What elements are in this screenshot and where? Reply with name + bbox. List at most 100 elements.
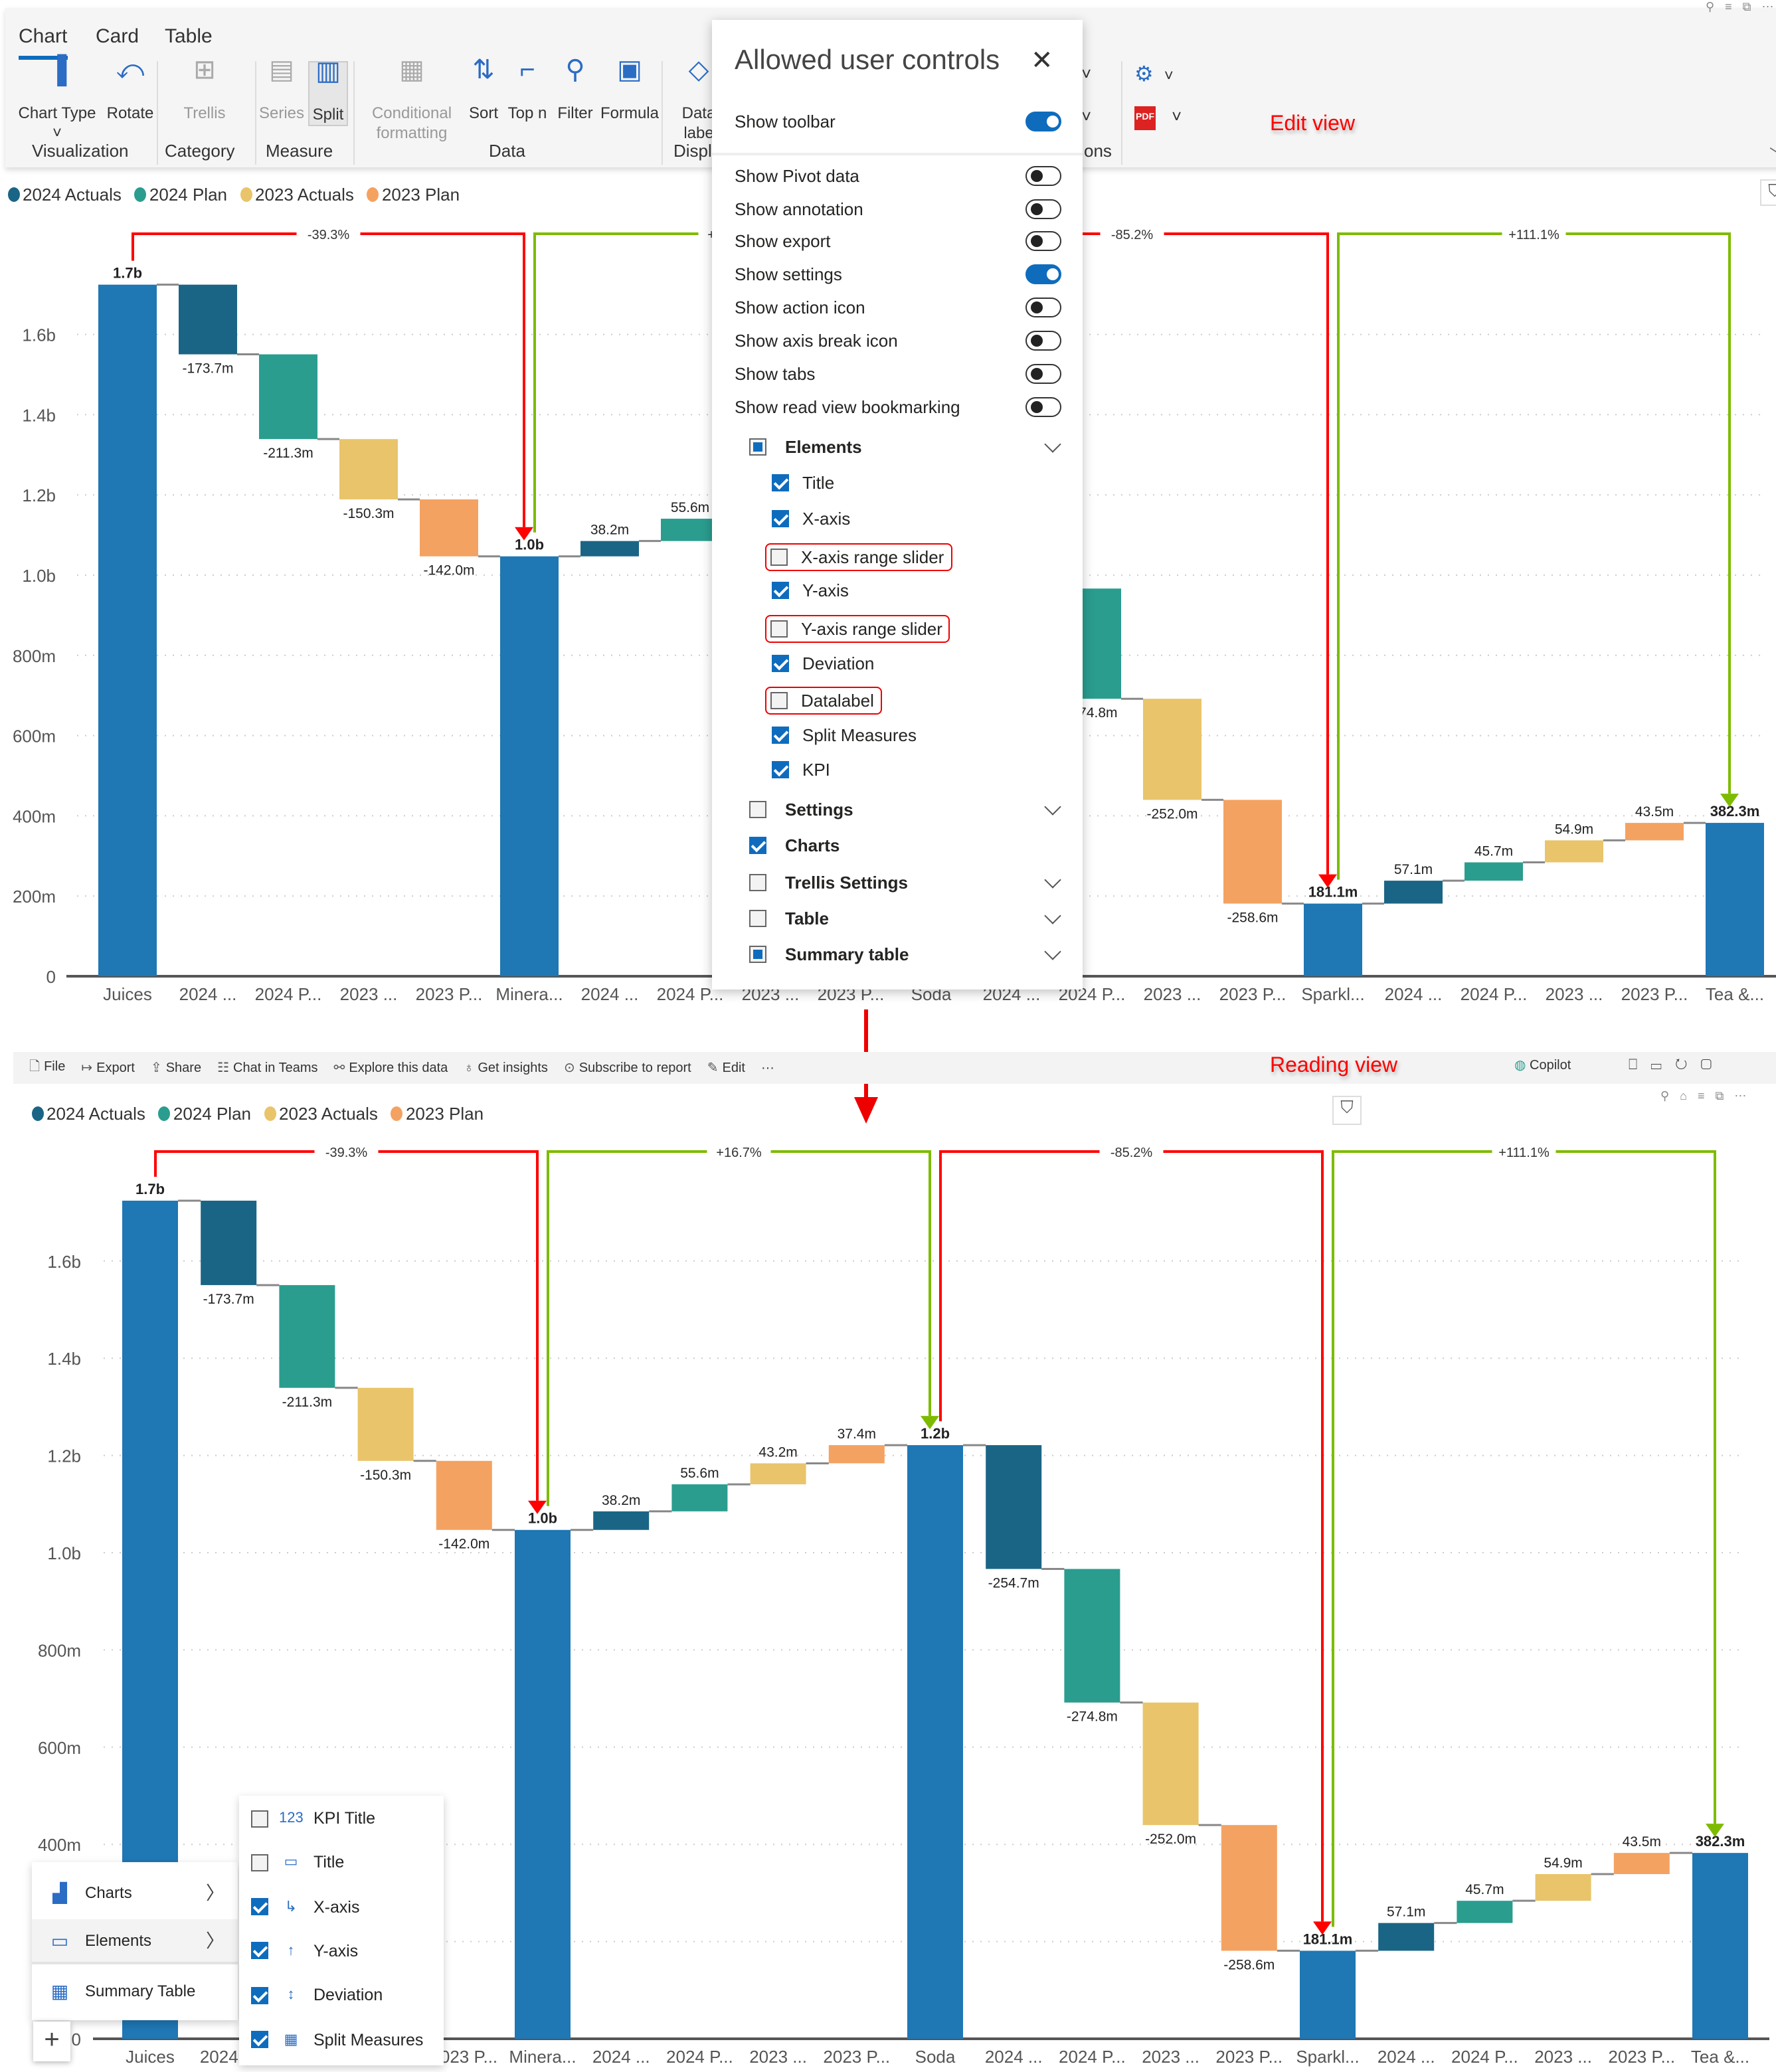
waterfall-bar[interactable] bbox=[1692, 1853, 1748, 2039]
ribbon-button-sort[interactable]: ⇅ Sort bbox=[465, 57, 502, 124]
waterfall-bar[interactable] bbox=[201, 1200, 257, 1286]
pdf-export-icon[interactable]: PDF bbox=[1134, 106, 1156, 130]
legend-item[interactable]: 2024 Plan bbox=[158, 1104, 251, 1124]
waterfall-bar[interactable] bbox=[1384, 881, 1443, 904]
menu-item-charts[interactable]: ▟ Charts 〉 bbox=[32, 1870, 238, 1915]
tab-chart[interactable]: Chart bbox=[19, 25, 67, 60]
waterfall-bar[interactable] bbox=[339, 439, 398, 499]
toolbar-button-export[interactable]: ↦ Export bbox=[81, 1061, 135, 1075]
export-settings-icon[interactable]: ⚙ ˅ bbox=[1134, 61, 1174, 88]
toolbar-button-explore[interactable]: ⚯ Explore this data bbox=[334, 1061, 448, 1075]
chevron-down-icon[interactable]: ˅ bbox=[1172, 106, 1182, 126]
checkbox[interactable] bbox=[251, 1942, 268, 1960]
chevron-down-icon[interactable]: ˅ bbox=[1081, 64, 1091, 84]
waterfall-bar[interactable] bbox=[1221, 1825, 1277, 1951]
waterfall-bar[interactable] bbox=[1545, 840, 1603, 863]
ribbon-button-rotate[interactable]: ⤺ Rotate bbox=[101, 57, 159, 124]
toolbar-button-share[interactable]: ⇪ Share bbox=[151, 1061, 201, 1075]
visual-header-icons[interactable]: ⚲⌂≡⧉⋯ bbox=[1660, 1089, 1757, 1104]
element-option[interactable]: Y-axis bbox=[772, 580, 849, 600]
checkbox[interactable] bbox=[251, 1810, 268, 1827]
toggle-switch[interactable] bbox=[1025, 230, 1061, 250]
waterfall-bar[interactable] bbox=[98, 284, 157, 977]
section-summary-table[interactable]: Summary table bbox=[749, 944, 909, 964]
element-option[interactable]: Deviation bbox=[772, 653, 874, 673]
waterfall-bar[interactable] bbox=[436, 1460, 492, 1530]
toolbar-button-more[interactable]: ··· bbox=[761, 1061, 774, 1075]
chevron-down-icon[interactable] bbox=[1044, 798, 1061, 816]
section-table[interactable]: Table bbox=[749, 908, 829, 928]
checkbox[interactable] bbox=[772, 510, 789, 527]
waterfall-bar[interactable] bbox=[357, 1387, 414, 1461]
ribbon-button-conditional-formatting[interactable]: ▦ Conditional formatting bbox=[361, 57, 462, 143]
legend-item[interactable]: 2023 Actuals bbox=[264, 1104, 378, 1124]
ribbon-button-formula[interactable]: ▣ Formula bbox=[598, 57, 662, 124]
waterfall-bar[interactable] bbox=[671, 1484, 728, 1511]
waterfall-bar[interactable] bbox=[750, 1463, 806, 1485]
tab-table[interactable]: Table bbox=[165, 25, 213, 48]
chevron-down-icon[interactable]: ˅ bbox=[1081, 106, 1091, 126]
waterfall-bar[interactable] bbox=[661, 519, 719, 541]
visual-header-icons[interactable]: ⚲≡⧉⋯ bbox=[1706, 0, 1776, 15]
checkbox[interactable] bbox=[749, 874, 766, 891]
checkbox[interactable] bbox=[251, 1854, 268, 1871]
section-trellis-settings[interactable]: Trellis Settings bbox=[749, 873, 908, 893]
chevron-down-icon[interactable] bbox=[1044, 907, 1061, 924]
waterfall-bar[interactable] bbox=[593, 1511, 650, 1530]
element-option[interactable]: X-axis bbox=[772, 509, 850, 529]
waterfall-bar[interactable] bbox=[259, 354, 317, 440]
waterfall-bar[interactable] bbox=[1613, 1853, 1670, 1874]
chevron-down-icon[interactable] bbox=[1044, 871, 1061, 889]
waterfall-bar[interactable] bbox=[1625, 823, 1684, 841]
close-icon[interactable]: ✕ bbox=[1031, 44, 1053, 77]
checkbox[interactable] bbox=[749, 801, 766, 818]
menu-item-elements[interactable]: ▭ Elements 〉 bbox=[32, 1919, 238, 1964]
checkbox[interactable] bbox=[770, 692, 788, 709]
waterfall-bar[interactable] bbox=[907, 1445, 963, 2039]
elements-checkbox[interactable] bbox=[749, 438, 766, 456]
elements-section[interactable]: Elements bbox=[749, 437, 862, 457]
waterfall-bar[interactable] bbox=[1064, 1569, 1120, 1703]
element-option[interactable]: Split Measures bbox=[772, 725, 917, 745]
waterfall-bar[interactable] bbox=[986, 1445, 1042, 1569]
legend-item[interactable]: 2024 Actuals bbox=[8, 185, 122, 205]
tab-card[interactable]: Card bbox=[96, 25, 139, 48]
submenu-item[interactable]: ↳ X-axis bbox=[239, 1887, 444, 1927]
toggle-switch[interactable] bbox=[1025, 165, 1061, 185]
element-option[interactable]: Y-axis range slider bbox=[764, 615, 950, 643]
submenu-item[interactable]: ↑ Y-axis bbox=[239, 1931, 444, 1971]
waterfall-bar[interactable] bbox=[1300, 1950, 1356, 2039]
ribbon-button-series[interactable]: ▤ Series bbox=[255, 57, 308, 124]
element-option[interactable]: Datalabel bbox=[765, 687, 882, 715]
checkbox[interactable] bbox=[772, 655, 789, 672]
toggle-switch[interactable] bbox=[1025, 330, 1061, 350]
toolbar-button-insights[interactable]: ♁ Get insights bbox=[464, 1061, 548, 1075]
filter-icon[interactable]: ⛉ bbox=[1760, 179, 1776, 206]
waterfall-bar[interactable] bbox=[1304, 903, 1362, 976]
ribbon-button-trellis[interactable]: ⊞ Trellis bbox=[175, 57, 234, 124]
waterfall-bar[interactable] bbox=[1535, 1873, 1591, 1901]
toggle-switch[interactable] bbox=[1025, 363, 1061, 383]
toolbar-button-teams[interactable]: ☷ Chat in Teams bbox=[217, 1061, 317, 1075]
waterfall-bar[interactable] bbox=[1465, 862, 1523, 881]
waterfall-bar[interactable] bbox=[515, 1529, 571, 2039]
toggle-switch[interactable] bbox=[1025, 396, 1061, 416]
waterfall-bar[interactable] bbox=[1223, 800, 1282, 904]
checkbox[interactable] bbox=[772, 727, 789, 744]
ribbon-button-chart-type[interactable]: ▐ Chart Type ˅ bbox=[16, 57, 98, 143]
checkbox[interactable] bbox=[251, 1898, 268, 1916]
waterfall-bar[interactable] bbox=[1378, 1923, 1435, 1951]
toolbar-button-subscribe[interactable]: ⊙ Subscribe to report bbox=[564, 1061, 691, 1075]
toggle-switch[interactable] bbox=[1025, 111, 1061, 131]
filter-icon[interactable]: ⛉ bbox=[1332, 1096, 1362, 1125]
reading-view-actions[interactable]: ⎕▭↻▢ bbox=[1629, 1057, 1725, 1075]
ribbon-button-filter[interactable]: ⚲ Filter bbox=[553, 57, 598, 124]
submenu-item[interactable]: ▦ Split Measures bbox=[239, 2020, 444, 2059]
waterfall-bar[interactable] bbox=[179, 284, 237, 355]
waterfall-bar[interactable] bbox=[828, 1445, 885, 1464]
chevron-down-icon[interactable] bbox=[1044, 436, 1061, 453]
chevron-down-icon[interactable] bbox=[1044, 943, 1061, 960]
checkbox[interactable] bbox=[749, 837, 766, 854]
checkbox[interactable] bbox=[770, 620, 788, 638]
checkbox[interactable] bbox=[772, 582, 789, 599]
